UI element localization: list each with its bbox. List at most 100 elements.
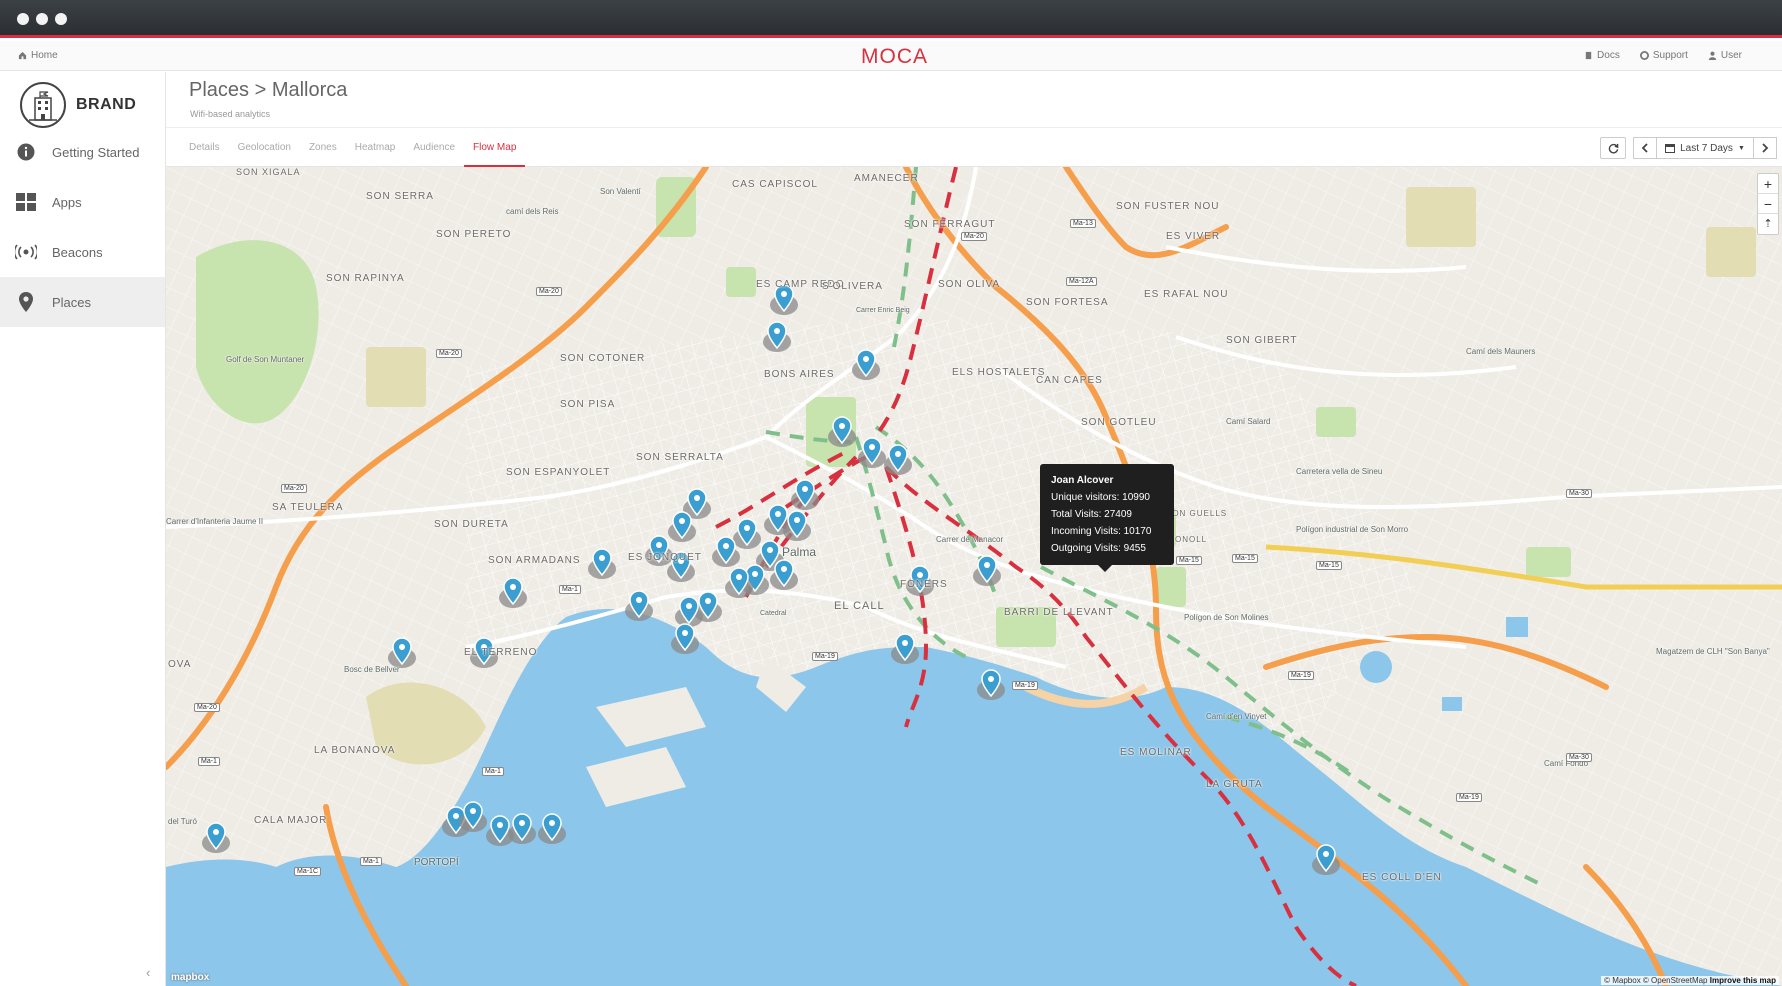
refresh-button[interactable]	[1600, 137, 1626, 159]
map-label: CALA MAJOR	[254, 815, 328, 826]
date-range-label: Last 7 Days	[1680, 142, 1733, 154]
collapse-sidebar-icon[interactable]: ‹	[146, 965, 150, 980]
road-shield: Ma-15	[1176, 556, 1202, 565]
road-shield: Ma-12A	[1066, 277, 1097, 286]
map-label: Catedral	[760, 610, 787, 617]
page-title: Places > Mallorca	[189, 79, 348, 101]
map-label: SON ARMADANS	[488, 555, 581, 566]
map-label: SON OLIVA	[938, 279, 1001, 290]
improve-map-link[interactable]: Improve this map	[1710, 976, 1776, 985]
road-shield: Ma-1	[360, 857, 382, 866]
tab-audience[interactable]: Audience	[404, 128, 464, 167]
map-label: SON SERRALTA	[636, 452, 724, 463]
date-range-select[interactable]: Last 7 Days ▼	[1656, 137, 1754, 159]
tabs-bar: Details Geolocation Zones Heatmap Audien…	[166, 128, 1782, 167]
map-label: SON DURETA	[434, 519, 509, 530]
window-minimize-dot[interactable]	[36, 13, 48, 25]
caret-down-icon: ▼	[1737, 144, 1745, 152]
map-label: Bosc de Bellver	[344, 665, 400, 674]
road-shield: Ma-20	[536, 287, 562, 296]
tab-heatmap[interactable]: Heatmap	[346, 128, 405, 167]
road-shield: Ma-15	[1232, 554, 1258, 563]
tab-flow-map[interactable]: Flow Map	[464, 128, 526, 167]
date-range-control: Last 7 Days ▼	[1633, 137, 1777, 159]
home-label: Home	[31, 50, 58, 61]
support-link[interactable]: Support	[1639, 50, 1688, 61]
map-label: EL CALL	[834, 600, 885, 612]
zoom-out-button[interactable]: −	[1758, 194, 1778, 214]
map-label: SON PERETO	[436, 229, 512, 240]
previous-range-button[interactable]	[1633, 137, 1657, 159]
tooltip-outgoing-visits: Outgoing Visits: 9455	[1051, 543, 1146, 554]
beacon-icon	[15, 244, 37, 260]
map-label: ES JONQUET	[628, 552, 702, 563]
user-link[interactable]: User	[1708, 50, 1742, 61]
user-icon	[1708, 51, 1716, 60]
map-label: LA BONANOVA	[314, 745, 396, 756]
map-label: SON COTONER	[560, 353, 646, 364]
docs-link[interactable]: Docs	[1584, 50, 1620, 61]
road-shield: Ma-19	[812, 652, 838, 661]
road-shield: Ma-19	[1012, 681, 1038, 690]
map-label: SON FORTESA	[1026, 297, 1109, 308]
sidebar-item-label: Beacons	[52, 244, 103, 260]
window-close-dot[interactable]	[17, 13, 29, 25]
map-label: CAN CAPES	[1036, 375, 1103, 386]
map-label: SON FERRAGUT	[904, 219, 996, 230]
road-shield: Ma-1	[559, 585, 581, 594]
calendar-icon	[1665, 144, 1676, 153]
sidebar-item-label: Apps	[52, 194, 82, 210]
brand-logo	[20, 82, 66, 128]
compass-reset-button[interactable]: ⇡	[1758, 214, 1778, 234]
map-label: Camí dels Mauners	[1466, 347, 1536, 356]
map-label: ES RAFAL NOU	[1144, 289, 1229, 300]
tab-details[interactable]: Details	[180, 128, 229, 167]
road-shield: Ma-30	[1566, 489, 1592, 498]
map-label: SON SERRA	[366, 191, 434, 202]
docs-label: Docs	[1597, 50, 1620, 61]
lifebuoy-icon	[1639, 51, 1649, 60]
zoom-in-button[interactable]: +	[1758, 174, 1778, 194]
brand[interactable]: BRAND	[20, 82, 136, 128]
window-maximize-dot[interactable]	[55, 13, 67, 25]
road-shield: Ma-1	[198, 757, 220, 766]
map-label: SON RAPINYA	[326, 273, 405, 284]
home-icon	[18, 51, 27, 60]
road-shield: Ma-1	[482, 767, 504, 776]
mapbox-logo[interactable]: mapbox	[171, 972, 209, 983]
support-label: Support	[1652, 50, 1688, 61]
tooltip-unique-visitors: Unique visitors: 10990	[1051, 492, 1150, 503]
chevron-right-icon	[1762, 143, 1769, 153]
map-label: Palma	[782, 545, 817, 559]
sidebar-item-getting-started[interactable]: Getting Started	[0, 127, 165, 177]
map-label: FONERS	[900, 579, 948, 590]
map-label: SON ESPANYOLET	[506, 467, 611, 478]
map-label: Camí d'en Vinyet	[1206, 712, 1267, 721]
road-shield: Ma-1C	[294, 867, 322, 876]
map-label: SON PISA	[560, 399, 616, 410]
map-label: Golf de Son Muntaner	[226, 355, 305, 364]
map-label: SA TEULERA	[272, 502, 344, 513]
sidebar-item-apps[interactable]: Apps	[0, 177, 165, 227]
tab-zones[interactable]: Zones	[300, 128, 346, 167]
map-label: ES VIVER	[1166, 231, 1221, 242]
road-shield: Ma-15	[1316, 561, 1342, 570]
road-shield: Ma-20	[436, 349, 462, 358]
map-label: ES MOLINAR	[1120, 747, 1192, 758]
road-shield: Ma-13	[1070, 219, 1096, 228]
flow-map[interactable]: SON XIGALA SON SERRA Son Valentí camí dels …	[166, 167, 1782, 986]
tooltip-total-visits: Total Visits: 27409	[1051, 509, 1132, 520]
road-shield: Ma-20	[281, 484, 307, 493]
sidebar-item-beacons[interactable]: Beacons	[0, 227, 165, 277]
info-icon	[17, 143, 35, 161]
tooltip-incoming-visits: Incoming Visits: 10170	[1051, 526, 1152, 537]
map-label: ES COLL D'EN	[1362, 872, 1442, 883]
top-nav: Home MOCA Docs Support User	[0, 41, 1782, 71]
home-link[interactable]: Home	[18, 50, 58, 61]
map-label: BARRI DE LLEVANT	[1004, 607, 1114, 618]
next-range-button[interactable]	[1753, 137, 1777, 159]
tab-geolocation[interactable]: Geolocation	[229, 128, 300, 167]
attribution-text[interactable]: © Mapbox © OpenStreetMap	[1604, 976, 1707, 985]
sidebar-item-places[interactable]: Places	[0, 277, 165, 327]
map-label: SON GOTLEU	[1081, 417, 1157, 428]
